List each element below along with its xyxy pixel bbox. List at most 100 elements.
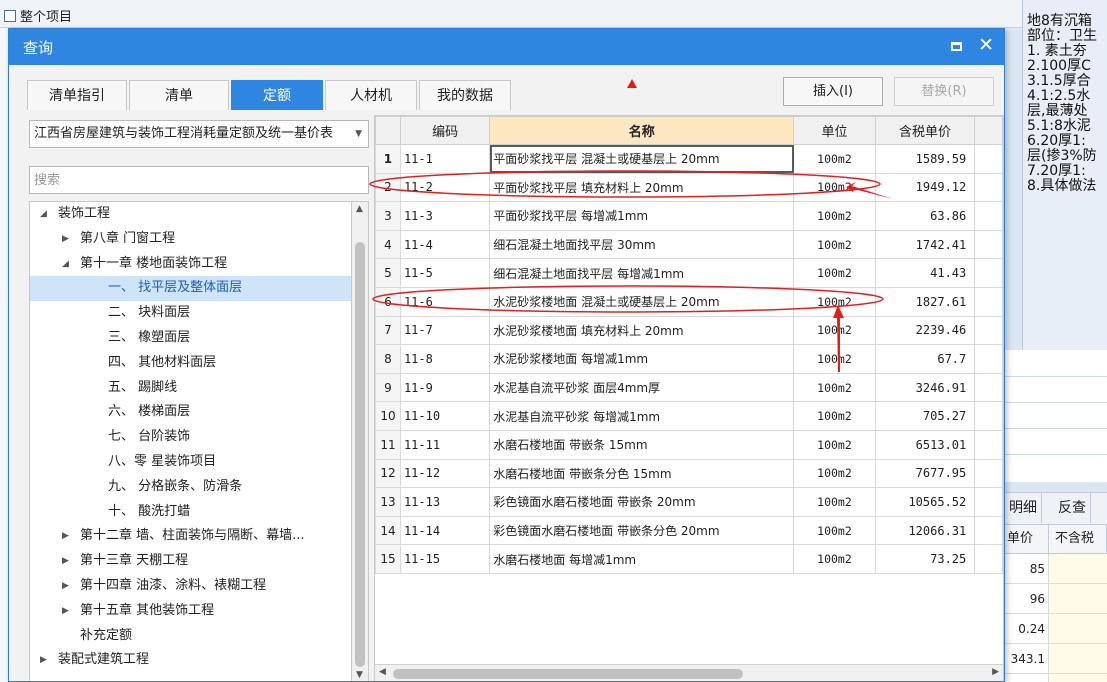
quota-library-select[interactable]: 江西省房屋建筑与装饰工程消耗量定额及统一基价表 ▼: [29, 120, 369, 148]
table-row[interactable]: 10 11-10 水泥基自流平砂浆 每增减1mm 100m2 705.27: [375, 401, 1003, 431]
col-name[interactable]: 名称: [489, 116, 795, 145]
expand-icon[interactable]: ▶: [62, 574, 69, 599]
tab-detail[interactable]: 明细: [1005, 493, 1042, 523]
cell-unit[interactable]: 100m2: [793, 544, 876, 574]
tab-quota[interactable]: 定额: [231, 80, 323, 110]
tree-node[interactable]: 一、 找平层及整体面层: [30, 276, 351, 302]
tree-node[interactable]: ▶ 第十五章 其他装饰工程: [30, 599, 351, 624]
cell-name[interactable]: 水泥基自流平砂浆 面层4mm厚: [489, 372, 795, 403]
tree-node[interactable]: ▶ 第十四章 油漆、涂料、裱糊工程: [30, 574, 351, 599]
cell-code[interactable]: 11-7: [399, 315, 491, 346]
cell-unit[interactable]: 100m2: [793, 286, 876, 317]
insert-button[interactable]: 插入(I): [783, 77, 883, 106]
cell-unit[interactable]: 100m2: [793, 344, 876, 374]
collapse-arrow-icon[interactable]: [627, 79, 637, 88]
scroll-left-icon[interactable]: ◀: [379, 667, 386, 677]
close-icon[interactable]: ✕: [978, 34, 994, 56]
cell-price[interactable]: 63.86: [874, 201, 976, 231]
cell-unit[interactable]: 100m2: [793, 315, 876, 346]
tree-node[interactable]: 二、 块料面层: [30, 301, 351, 326]
cell-unit[interactable]: 100m2: [793, 258, 876, 288]
cell-name[interactable]: 细石混凝土地面找平层 30mm: [489, 229, 795, 260]
tree-scroll-thumb[interactable]: [355, 242, 365, 667]
cell-price[interactable]: 1742.41: [874, 229, 976, 260]
cell-price[interactable]: 10565.52: [874, 487, 976, 517]
cell-code[interactable]: 11-5: [399, 258, 491, 288]
table-row[interactable]: 5 11-5 细石混凝土地面找平层 每增减1mm 100m2 41.43: [375, 258, 1003, 288]
detail-row[interactable]: 04.05: [1005, 674, 1107, 682]
cell-code[interactable]: 11-1: [399, 144, 491, 174]
tree-node[interactable]: ▶ 第十二章 墙、柱面装饰与隔断、幕墙...: [30, 524, 351, 549]
tree-node[interactable]: 补充定额: [30, 624, 351, 649]
dialog-titlebar[interactable]: 查询 ✕: [9, 29, 1004, 65]
table-row[interactable]: 14 11-14 彩色镜面水磨石楼地面 带嵌条分色 20mm 100m2 12066.3…: [375, 515, 1003, 546]
table-row[interactable]: 4 11-4 细石混凝土地面找平层 30mm 100m2 1742.41: [375, 229, 1003, 260]
cell-unit[interactable]: 100m2: [793, 458, 876, 489]
cell-price[interactable]: 41.43: [874, 258, 976, 288]
cell-code[interactable]: 11-15: [399, 544, 491, 574]
tree-node[interactable]: ▶ 装配式建筑工程: [30, 648, 351, 673]
cell-name[interactable]: 平面砂浆找平层 填充材料上 20mm: [489, 172, 795, 203]
tree-node[interactable]: ◢ 第十一章 楼地面装饰工程: [30, 252, 351, 277]
col-unit[interactable]: 单位: [793, 116, 876, 145]
cell-unit[interactable]: 100m2: [793, 515, 876, 546]
tree-node[interactable]: 六、 楼梯面层: [30, 400, 351, 425]
table-row[interactable]: 12 11-12 水磨石楼地面 带嵌条分色 15mm 100m2 7677.95: [375, 458, 1003, 489]
table-row[interactable]: 2 11-2 平面砂浆找平层 填充材料上 20mm 100m2 1949.12: [375, 172, 1003, 203]
scroll-right-icon[interactable]: ▶: [992, 667, 999, 677]
cell-code[interactable]: 11-8: [399, 344, 491, 374]
col-code[interactable]: 编码: [399, 116, 491, 145]
cell-price[interactable]: 6513.01: [874, 429, 976, 460]
cell-price[interactable]: 3246.91: [874, 372, 976, 403]
cell-name[interactable]: 水泥砂浆楼地面 填充材料上 20mm: [489, 315, 795, 346]
cell-price[interactable]: 73.25: [874, 544, 976, 574]
tree-node[interactable]: 三、 橡塑面层: [30, 326, 351, 351]
cell-code[interactable]: 11-10: [399, 401, 491, 431]
tree-node[interactable]: 九、 分格嵌条、防滑条: [30, 475, 351, 500]
tab-list-guide[interactable]: 清单指引: [27, 80, 127, 110]
table-row[interactable]: 3 11-3 平面砂浆找平层 每增减1mm 100m2 63.86: [375, 201, 1003, 231]
cell-unit[interactable]: 100m2: [793, 429, 876, 460]
maximize-icon[interactable]: [951, 42, 962, 51]
cell-name[interactable]: 平面砂浆找平层 每增减1mm: [489, 201, 795, 231]
cell-name[interactable]: 彩色镜面水磨石楼地面 带嵌条 20mm: [489, 487, 795, 517]
cell-name[interactable]: 水泥基自流平砂浆 每增减1mm: [489, 401, 795, 431]
cell-price[interactable]: 1589.59: [874, 144, 976, 174]
cell-code[interactable]: 11-12: [399, 458, 491, 489]
tree-scrollbar[interactable]: ▲ ▼: [351, 201, 369, 681]
cell-unit[interactable]: 100m2: [793, 372, 876, 403]
cell-name[interactable]: 水磨石楼地面 带嵌条 15mm: [489, 429, 795, 460]
tree-node[interactable]: 八、零 星装饰项目: [30, 450, 351, 475]
cell-price[interactable]: 12066.31: [874, 515, 976, 546]
tree-node[interactable]: 七、 台阶装饰: [30, 425, 351, 450]
cell-unit[interactable]: 100m2: [793, 229, 876, 260]
expand-icon[interactable]: ▶: [62, 524, 69, 549]
cell-name[interactable]: 彩色镜面水磨石楼地面 带嵌条分色 20mm: [489, 515, 795, 546]
table-row[interactable]: 15 11-15 水磨石楼地面 每增减1mm 100m2 73.25: [375, 544, 1003, 574]
expand-icon[interactable]: ▶: [62, 549, 69, 574]
cell-name[interactable]: 平面砂浆找平层 混凝土或硬基层上 20mm: [489, 144, 795, 174]
tab-reverse-lookup[interactable]: 反查: [1042, 493, 1091, 523]
collapse-icon[interactable]: ◢: [62, 252, 69, 277]
cell-name[interactable]: 水磨石楼地面 每增减1mm: [489, 544, 795, 574]
scroll-up-icon[interactable]: ▲: [356, 204, 363, 214]
cell-price[interactable]: 1827.61: [874, 286, 976, 317]
cell-unit[interactable]: 100m2: [793, 201, 876, 231]
cell-code[interactable]: 11-11: [399, 429, 491, 460]
collapse-icon[interactable]: ◢: [40, 202, 47, 227]
cell-price[interactable]: 7677.95: [874, 458, 976, 489]
cell-price[interactable]: 67.7: [874, 344, 976, 374]
table-row[interactable]: 9 11-9 水泥基自流平砂浆 面层4mm厚 100m2 3246.91: [375, 372, 1003, 403]
cell-code[interactable]: 11-6: [399, 286, 491, 317]
detail-row[interactable]: 96: [1005, 584, 1107, 614]
detail-row[interactable]: 85: [1005, 554, 1107, 584]
cell-unit[interactable]: 100m2: [793, 144, 876, 174]
tree-node[interactable]: 五、 踢脚线: [30, 376, 351, 401]
table-row[interactable]: 6 11-6 水泥砂浆楼地面 混凝土或硬基层上 20mm 100m2 1827.61: [375, 286, 1003, 317]
cell-code[interactable]: 11-4: [399, 229, 491, 260]
table-row[interactable]: 1 11-1 平面砂浆找平层 混凝土或硬基层上 20mm 100m2 1589.59: [375, 144, 1003, 174]
cell-unit[interactable]: 100m2: [793, 487, 876, 517]
search-input[interactable]: [29, 166, 369, 194]
tree-node[interactable]: 十、 酸洗打蜡: [30, 500, 351, 525]
grid-scroll-thumb[interactable]: [393, 669, 743, 679]
